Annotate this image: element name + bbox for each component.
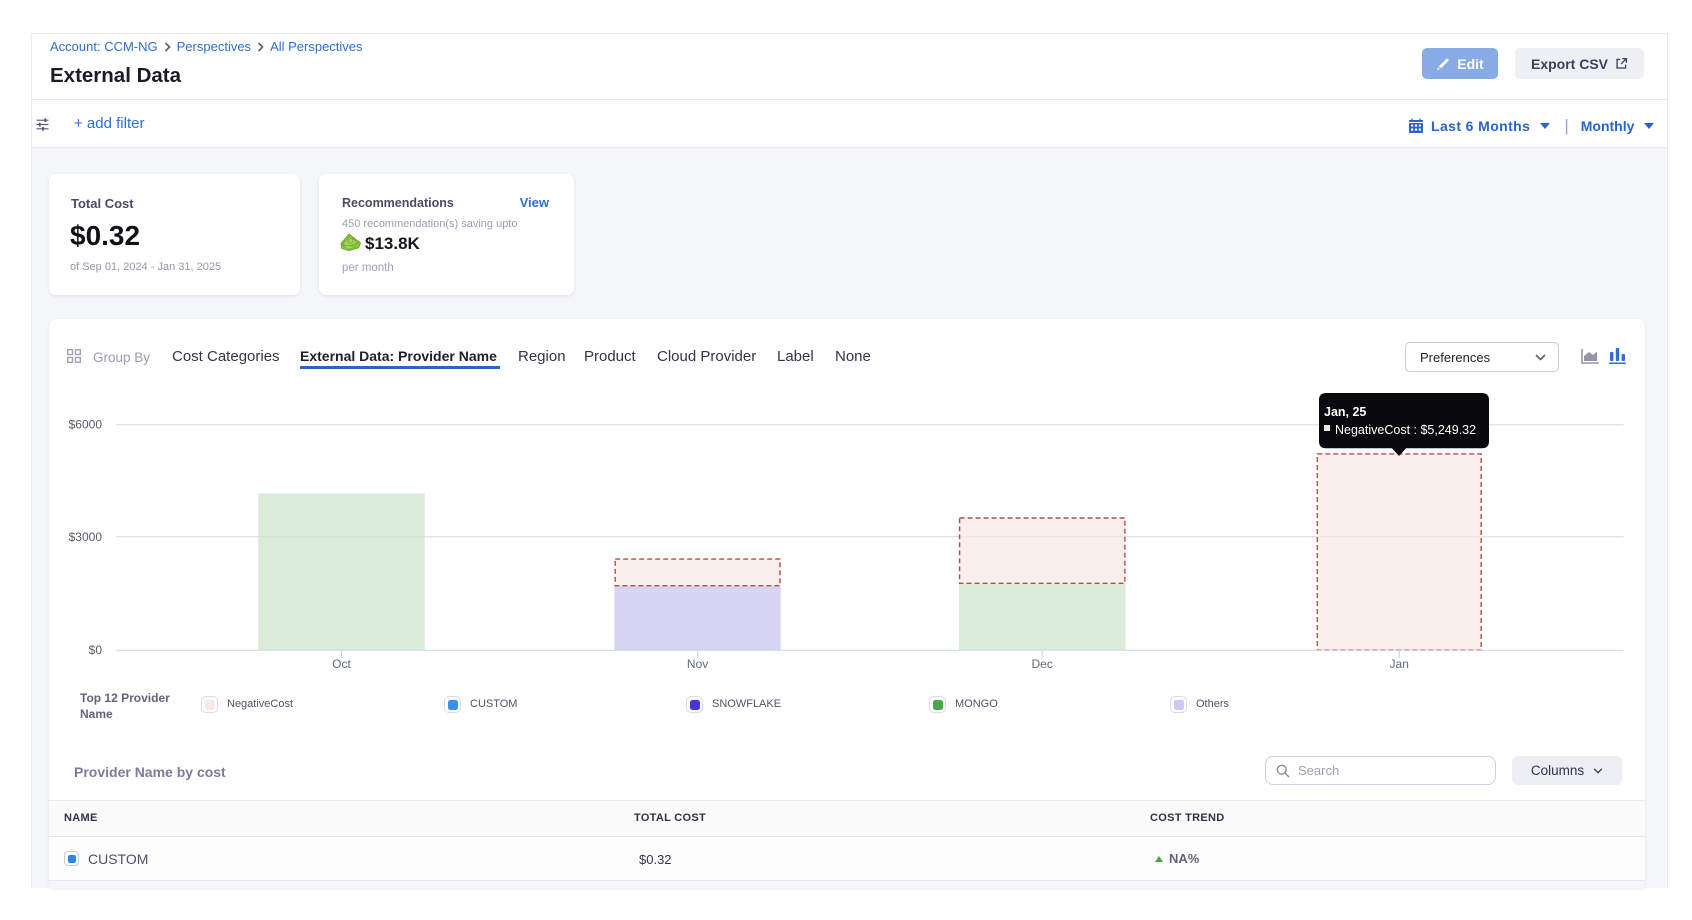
svg-text:NegativeCost : $5,249.32: NegativeCost : $5,249.32 bbox=[1335, 423, 1476, 437]
svg-text:Nov: Nov bbox=[687, 657, 708, 671]
svg-text:Jan, 25: Jan, 25 bbox=[1324, 405, 1366, 419]
svg-text:$0: $0 bbox=[89, 643, 103, 657]
svg-text:Oct: Oct bbox=[332, 657, 351, 671]
svg-text:Jan: Jan bbox=[1390, 657, 1409, 671]
svg-text:Dec: Dec bbox=[1032, 657, 1053, 671]
svg-text:$6000: $6000 bbox=[69, 418, 103, 432]
svg-text:$3000: $3000 bbox=[69, 530, 103, 544]
